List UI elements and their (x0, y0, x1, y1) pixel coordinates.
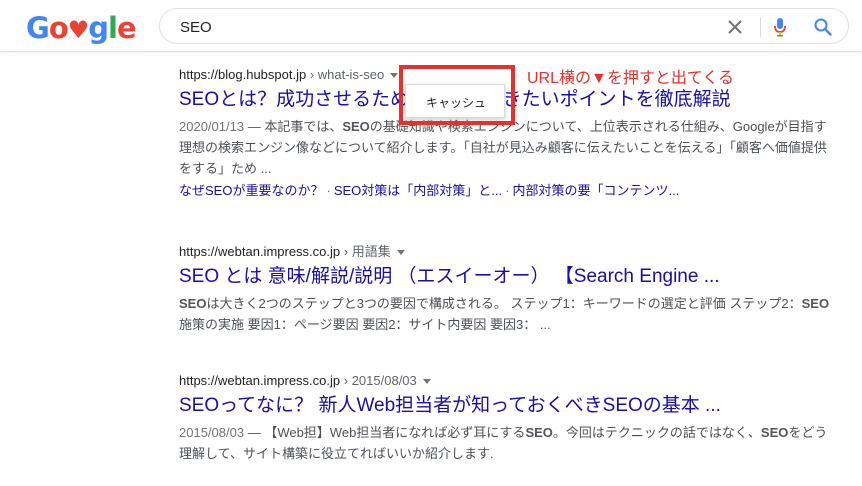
result-date: 2015/08/03 (179, 425, 245, 440)
search-input[interactable] (180, 17, 700, 37)
url-menu-arrow-icon[interactable] (396, 249, 405, 255)
result-title[interactable]: SEOってなに？ 新人Web担当者が知っておくべきSEOの基本 ... (179, 393, 839, 419)
search-icon (814, 18, 832, 36)
result-path: › 2015/08/03 (343, 373, 417, 388)
result-title[interactable]: SEOとは？成功させるために知っておきたいポイントを徹底解説 (179, 87, 839, 113)
url-options-menu: キャッシュ (405, 84, 505, 118)
search-result: https://webtan.impress.co.jp › 用語集 SEO と… (179, 243, 839, 335)
search-divider (760, 17, 761, 37)
search-header: Go♥gle (0, 0, 862, 52)
result-date: 2020/01/13 (179, 119, 245, 134)
search-box[interactable] (159, 8, 849, 44)
sitelink[interactable]: なぜSEOが重要なのか？ (179, 183, 323, 198)
result-snippet: 2020/01/13 — 本記事では、SEOの基礎知識や検索エンジンについて、上… (179, 119, 827, 176)
result-snippet-text: SEOは大きく2つのステップと3つの要因で構成される。 ステップ1：キーワードの… (179, 296, 830, 332)
clear-button[interactable] (723, 15, 747, 39)
microphone-icon (774, 18, 786, 37)
result-snippet-text: 本記事では、SEOの基礎知識や検索エンジンについて、上位表示される仕組み、Goo… (179, 119, 827, 176)
result-title[interactable]: SEO とは 意味/解説/説明 （エスイーオー） 【Search Engine … (179, 264, 839, 290)
sitelink[interactable]: SEO対策は「内部対策」と... (334, 183, 502, 198)
cache-menu-item[interactable]: キャッシュ (426, 96, 486, 110)
result-sitelinks: なぜSEOが重要なのか？ · SEO対策は「内部対策」と... · 内部対策の要「コンテ… (179, 183, 680, 198)
voice-search-button[interactable] (768, 15, 792, 39)
result-site: https://webtan.impress.co.jp (179, 373, 341, 388)
url-menu-arrow-icon[interactable] (390, 72, 399, 78)
heart-icon: ♥ (67, 16, 89, 44)
result-snippet: SEOは大きく2つのステップと3つの要因で構成される。 ステップ1：キーワードの… (179, 293, 839, 335)
google-logo[interactable]: Go♥gle (26, 11, 137, 45)
result-site: https://blog.hubspot.jp (179, 67, 307, 82)
search-button[interactable] (811, 15, 835, 39)
search-result: https://blog.hubspot.jp › what-is-seo SE… (179, 66, 839, 201)
annotation-text: URL横の▼を押すと出てくる (527, 70, 735, 87)
close-icon (728, 20, 742, 34)
result-url[interactable]: https://webtan.impress.co.jp › 用語集 (179, 243, 839, 261)
result-snippet-text: 【Web担】Web担当者になれば必ず耳にするSEO。今回はテクニックの話ではなく… (179, 425, 828, 461)
sitelink[interactable]: 内部対策の要「コンテンツ... (512, 183, 679, 198)
result-url[interactable]: https://blog.hubspot.jp › what-is-seo (179, 66, 839, 84)
url-menu-arrow-icon[interactable] (422, 378, 431, 384)
result-site: https://webtan.impress.co.jp (179, 244, 341, 259)
result-path: › 用語集 (343, 244, 391, 259)
result-snippet: 2015/08/03 — 【Web担】Web担当者になれば必ず耳にするSEO。今… (179, 425, 828, 461)
result-path: › what-is-seo (309, 67, 385, 82)
search-result: https://webtan.impress.co.jp › 2015/08/0… (179, 372, 839, 464)
result-url[interactable]: https://webtan.impress.co.jp › 2015/08/0… (179, 372, 839, 390)
